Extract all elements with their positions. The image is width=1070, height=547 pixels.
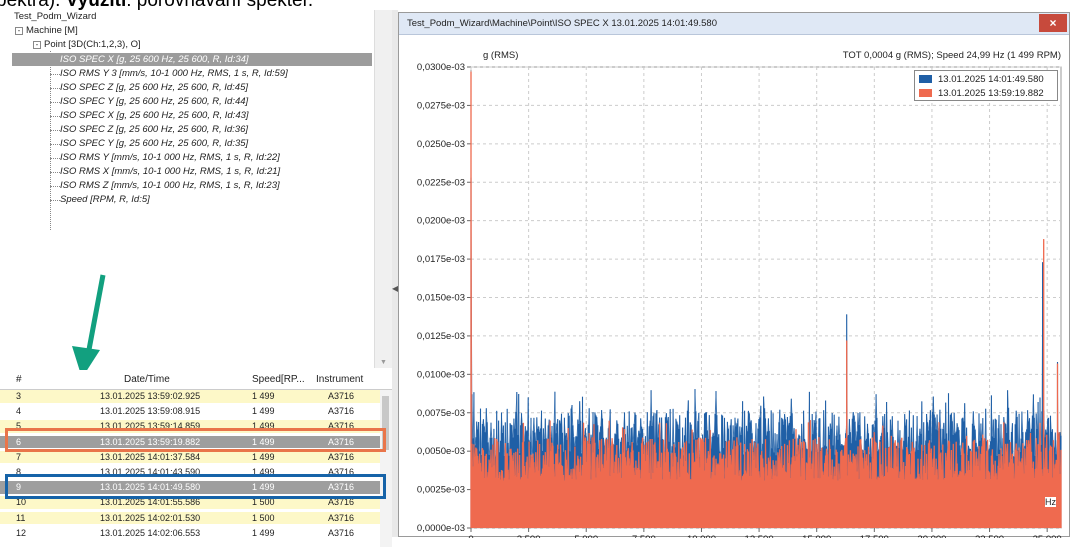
arrow-shaft	[85, 274, 106, 356]
x-unit-label: Hz	[1045, 497, 1056, 507]
document-caption: pektra). Využití: porovnávání spekter.	[0, 0, 314, 11]
table-row[interactable]: 11 13.01.2025 14:02:01.530 1 500 A3716	[0, 511, 380, 525]
table-row[interactable]: 3 13.01.2025 13:59:02.925 1 499 A3716	[0, 390, 380, 403]
x-tick-label: 12 500	[745, 534, 774, 538]
col-header-datetime[interactable]: Date/Time	[124, 374, 170, 385]
cell-datetime: 13.01.2025 14:02:01.530	[100, 512, 201, 523]
x-tick-label: 25 000	[1033, 534, 1062, 538]
grid-scrollbar[interactable]	[380, 390, 392, 547]
x-tick-label: 15 000	[802, 534, 831, 538]
y-tick-label: 0,0125e-03	[417, 331, 465, 342]
y-unit-label: g (RMS)	[483, 50, 519, 61]
cell-instrument: A3716	[328, 512, 355, 523]
window-titlebar[interactable]: Test_Podm_Wizard\Machine\Point\ISO SPEC …	[399, 13, 1069, 35]
cell-speed: 1 499	[252, 527, 275, 538]
y-tick-label: 0,0150e-03	[417, 293, 465, 304]
y-tick-label: 0,0200e-03	[417, 216, 465, 227]
legend-swatch	[919, 89, 932, 97]
cell-instrument: A3716	[328, 527, 355, 538]
table-row[interactable]: 7 13.01.2025 14:01:37.584 1 499 A3716	[0, 450, 380, 464]
cell-speed: 1 499	[252, 451, 275, 462]
x-tick-label: 22 500	[975, 534, 1004, 538]
highlight-box-red	[5, 428, 386, 452]
annotation-arrow	[72, 274, 106, 378]
y-tick-label: 0,0175e-03	[417, 254, 465, 265]
x-tick-label: 2 500	[517, 534, 541, 538]
x-tick-label: 5 000	[574, 534, 598, 538]
y-tick-label: 0,0000e-03	[417, 523, 465, 534]
cell-number: 11	[16, 512, 26, 523]
chart-info: TOT 0,0004 g (RMS); Speed 24,99 Hz (1 49…	[842, 50, 1061, 61]
table-row[interactable]: 4 13.01.2025 13:59:08.915 1 499 A3716	[0, 405, 380, 418]
y-tick-label: 0,0025e-03	[417, 485, 465, 496]
y-tick-label: 0,0300e-03	[417, 62, 465, 73]
cell-number: 3	[16, 391, 22, 401]
legend-item[interactable]: 13.01.2025 13:59:19.882	[919, 87, 1044, 100]
x-tick-label: 20 000	[917, 534, 946, 538]
spectrum-window: Test_Podm_Wizard\Machine\Point\ISO SPEC …	[398, 12, 1070, 538]
cell-number: 12	[16, 527, 27, 538]
cell-speed: 1 500	[252, 512, 275, 523]
cell-datetime: 13.01.2025 14:01:37.584	[100, 451, 201, 462]
cell-instrument: A3716	[328, 451, 355, 462]
x-tick-label: 10 000	[687, 534, 716, 538]
x-tick-label: 0	[468, 534, 473, 538]
col-header-instrument[interactable]: Instrument	[316, 374, 363, 385]
col-header-number[interactable]: #	[16, 374, 22, 385]
cell-speed: 1 499	[252, 391, 275, 401]
y-tick-label: 0,0225e-03	[417, 177, 465, 188]
cell-instrument: A3716	[328, 406, 355, 417]
y-tick-label: 0,0100e-03	[417, 369, 465, 380]
cell-datetime: 13.01.2025 13:59:02.925	[100, 391, 201, 401]
cell-speed: 1 499	[252, 406, 275, 417]
window-title: Test_Podm_Wizard\Machine\Point\ISO SPEC …	[407, 18, 717, 29]
y-tick-label: 0,0250e-03	[417, 139, 465, 150]
legend-swatch	[919, 75, 932, 83]
y-tick-label: 0,0050e-03	[417, 446, 465, 457]
highlight-box-blue	[5, 474, 386, 499]
table-row[interactable]: 12 13.01.2025 14:02:06.553 1 499 A3716	[0, 526, 380, 540]
chart-legend: 13.01.2025 14:01:49.580 13.01.2025 13:59…	[914, 70, 1058, 101]
grid-header: # Date/Time Speed[RP... Instrument	[0, 370, 392, 390]
y-tick-label: 0,0075e-03	[417, 408, 465, 419]
cell-number: 4	[16, 406, 22, 417]
cell-datetime: 13.01.2025 13:59:08.915	[100, 406, 201, 417]
cell-instrument: A3716	[328, 391, 355, 401]
close-button[interactable]: ×	[1039, 14, 1067, 32]
x-tick-label: 17 500	[860, 534, 889, 538]
cell-datetime: 13.01.2025 14:02:06.553	[100, 527, 201, 538]
col-header-speed[interactable]: Speed[RP...	[252, 374, 305, 385]
left-pane: Test_Podm_Wizard - Machine [M] - Point […	[0, 10, 392, 547]
x-tick-label: 7 500	[632, 534, 656, 538]
y-tick-label: 0,0275e-03	[417, 100, 465, 111]
legend-item[interactable]: 13.01.2025 14:01:49.580	[919, 73, 1044, 86]
cell-number: 7	[16, 451, 22, 462]
spectrum-chart: 0,0000e-03 0,0025e-03 0,0050e-03 0,0075e-03…	[417, 62, 1062, 538]
